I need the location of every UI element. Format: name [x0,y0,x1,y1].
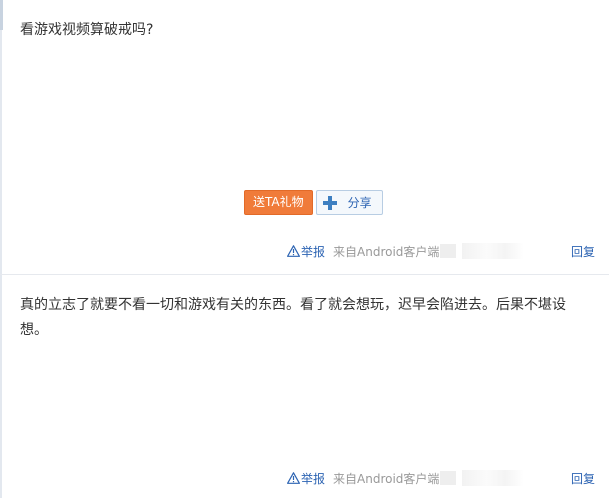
blurred-area [440,471,457,485]
post-item: 看游戏视频算破戒吗? 送TA礼物 分享 举报 来自Android客户端 回复 [0,0,609,274]
source-text: 来自Android客户端 [333,244,440,259]
report-link[interactable]: 举报 [301,470,325,487]
blurred-area [462,243,525,259]
blurred-area [440,244,457,258]
share-button[interactable]: 分享 [315,190,383,215]
post-content: 真的立志了就要不看一切和游戏有关的东西。看了就会想玩，迟早会陷进去。后果不堪设想… [20,297,566,338]
reply-link[interactable]: 回复 [571,470,595,487]
reply-link[interactable]: 回复 [571,243,595,260]
post-meta: 举报 来自Android客户端 [287,469,525,487]
post-actions: 送TA礼物 分享 [244,190,383,215]
report-link[interactable]: 举报 [301,243,325,260]
post-meta: 举报 来自Android客户端 [287,242,525,260]
gift-button[interactable]: 送TA礼物 [244,190,313,215]
share-label: 分享 [347,196,372,210]
post-item: 真的立志了就要不看一切和游戏有关的东西。看了就会想玩，迟早会陷进去。后果不堪设想… [0,275,609,498]
warning-triangle-icon [287,472,300,484]
source-text: 来自Android客户端 [333,471,440,486]
post-content: 看游戏视频算破戒吗? [20,22,154,38]
plus-icon [322,195,337,210]
warning-triangle-icon [287,245,300,257]
blurred-area [462,470,525,486]
thread-page: 看游戏视频算破戒吗? 送TA礼物 分享 举报 来自Android客户端 回复 真… [0,0,609,498]
